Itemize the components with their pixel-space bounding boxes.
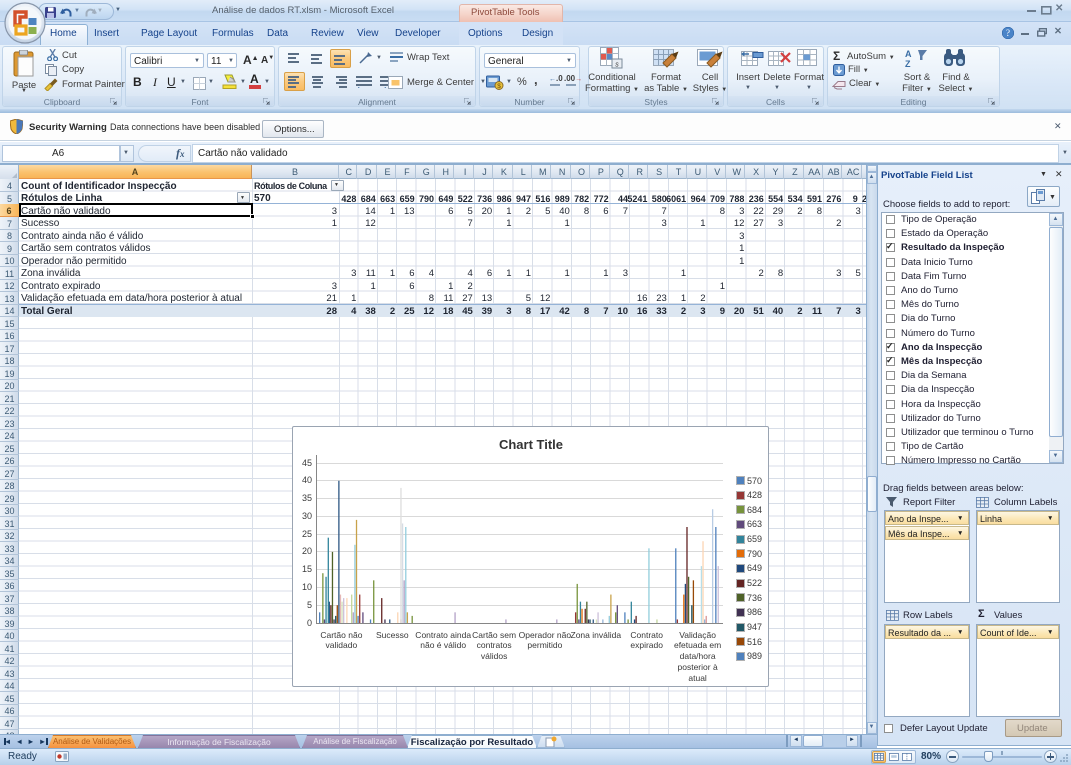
svg-text:?: ? bbox=[1006, 28, 1010, 38]
svg-text:s: s bbox=[615, 62, 619, 69]
svg-text:A: A bbox=[905, 49, 912, 59]
svg-text:$: $ bbox=[497, 83, 501, 90]
svg-text:Z: Z bbox=[905, 59, 911, 68]
